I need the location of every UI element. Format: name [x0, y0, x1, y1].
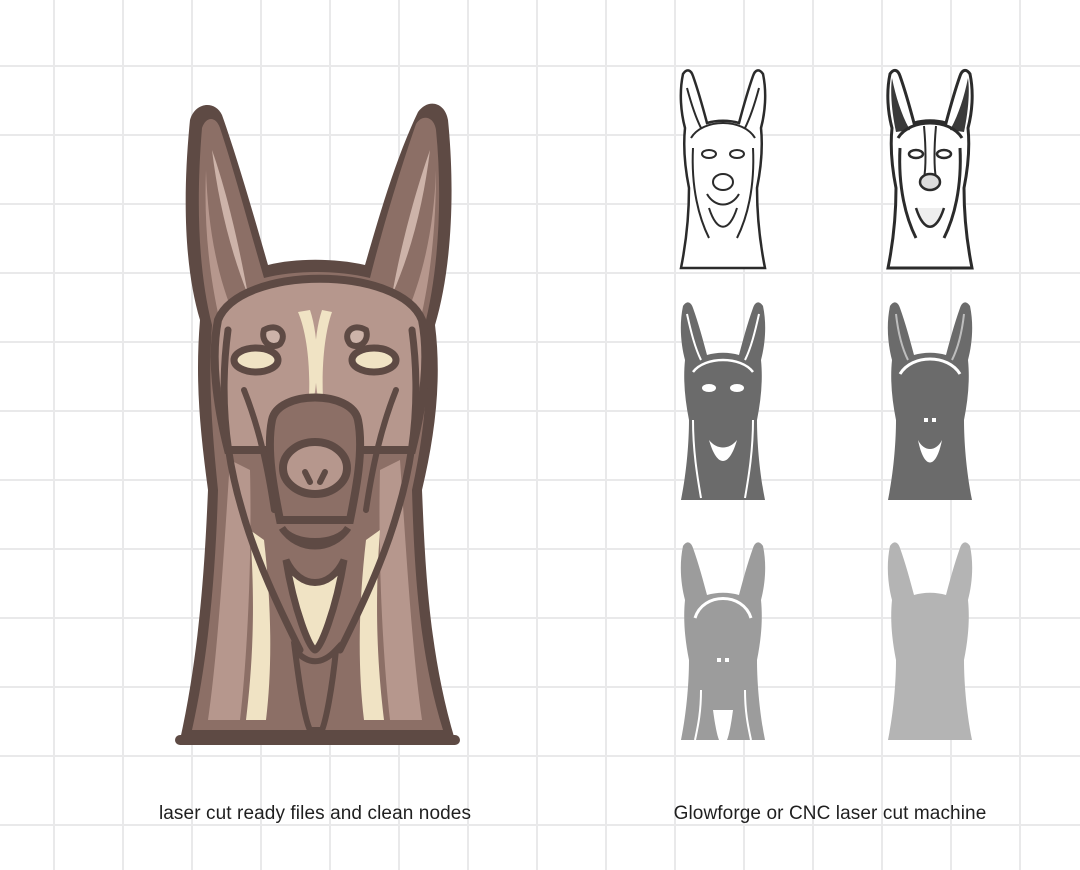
thumbnail-gray-layer [673, 540, 773, 750]
caption-left: laser cut ready files and clean nodes [158, 803, 472, 824]
doberman-silhouette-icon [887, 542, 973, 740]
thumbnail-silhouette [880, 540, 980, 750]
thumbnail-dark-layer [673, 300, 773, 510]
caption-right: Glowforge or CNC laser cut machine [673, 803, 987, 824]
thumbnail-mid-layer [880, 300, 980, 510]
thumbnail-line-with-ear-fill [880, 68, 980, 278]
doberman-outline-icon [679, 69, 767, 270]
doberman-outline-fill-icon [886, 68, 974, 270]
doberman-dark-layer-icon [680, 302, 766, 500]
doberman-gray-layer-icon [680, 542, 766, 741]
thumbnail-line-only [673, 68, 773, 278]
doberman-mid-layer-icon [887, 302, 973, 500]
doberman-illustration-svg [175, 103, 460, 745]
doberman-layered-illustration [160, 90, 470, 750]
